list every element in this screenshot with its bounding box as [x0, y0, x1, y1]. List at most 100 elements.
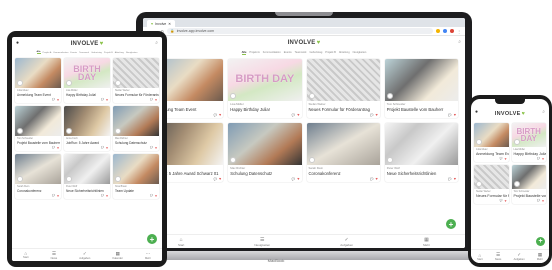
menu-dots-icon[interactable]: ⋮: [457, 29, 461, 34]
like-heart-icon[interactable]: ♥: [375, 177, 377, 181]
tab-3[interactable]: ✓ Aufgaben: [514, 252, 525, 261]
extension-icon[interactable]: [443, 29, 447, 33]
post-card[interactable]: Julia MeierAnmeldung Team Event💬♥: [474, 123, 509, 162]
like-heart-icon[interactable]: ♥: [542, 199, 544, 203]
tab-4[interactable]: ▦ Mehr: [537, 252, 543, 261]
like-heart-icon[interactable]: ♥: [504, 199, 506, 203]
like-heart-icon[interactable]: ♥: [155, 146, 157, 150]
like-heart-icon[interactable]: ♥: [57, 98, 59, 102]
like-heart-icon[interactable]: ♥: [57, 146, 59, 150]
post-card[interactable]: Max Richter Schulung Datenschutz 💬 ♥: [113, 106, 159, 151]
comment-icon[interactable]: 💬: [150, 194, 153, 198]
add-post-button[interactable]: +: [446, 219, 456, 229]
post-card[interactable]: Max Richter Schulung Datenschutz 💬 ♥: [228, 123, 302, 182]
post-image[interactable]: BIRTH DAY: [64, 58, 110, 88]
like-heart-icon[interactable]: ♥: [57, 194, 59, 198]
filter-chip[interactable]: Neuigkeiten: [353, 51, 367, 54]
post-card[interactable]: Stefan WeberNeues Formular für Förderant…: [113, 58, 159, 103]
filter-chip[interactable]: Teamwork: [295, 51, 307, 54]
filter-chip[interactable]: Projekt B: [325, 51, 336, 54]
comment-icon[interactable]: 💬: [292, 177, 295, 181]
comment-icon[interactable]: 💬: [500, 199, 503, 203]
post-image[interactable]: BIRTH DAY: [228, 59, 302, 101]
post-card[interactable]: BIRTH DAY Lisa Müller Happy Birthday Julia…: [228, 59, 302, 118]
post-image[interactable]: [384, 123, 458, 165]
comment-icon[interactable]: 💬: [537, 199, 540, 203]
comment-icon[interactable]: 💬: [292, 113, 295, 117]
post-card[interactable]: BIRTH DAY Lisa Müller Happy Birthday Julia…: [511, 123, 546, 162]
filter-chip[interactable]: Geburtstag: [91, 52, 102, 54]
comment-icon[interactable]: 💬: [448, 113, 451, 117]
post-card[interactable]: Stefan WeberNeues Formular für Förderant…: [306, 59, 380, 118]
comment-icon[interactable]: 💬: [101, 194, 104, 198]
like-heart-icon[interactable]: ♥: [219, 113, 221, 117]
user-avatar-icon[interactable]: ●: [475, 109, 478, 115]
add-post-button[interactable]: +: [147, 234, 157, 244]
tab-4[interactable]: ▦ Kalender: [112, 251, 122, 260]
filter-chip[interactable]: Geburtstag: [309, 51, 322, 54]
comment-icon[interactable]: 💬: [537, 157, 540, 161]
post-card[interactable]: BIRTH DAY Lisa Müller Happy Birthday Julia…: [64, 58, 110, 103]
post-image[interactable]: [384, 59, 458, 101]
tab-1[interactable]: ⌂ Start: [178, 237, 184, 247]
tab-5[interactable]: ⋯ Mehr: [145, 251, 151, 260]
filter-chip[interactable]: Events: [284, 51, 292, 54]
tab-4[interactable]: ▦ Mehr: [423, 237, 430, 247]
like-heart-icon[interactable]: ♥: [504, 157, 506, 161]
post-image[interactable]: [228, 123, 302, 165]
user-avatar-icon[interactable]: ●: [16, 40, 19, 46]
post-card[interactable]: Peter Wolf Neue Sicherheitsrichtlinien 💬 ♥: [384, 123, 458, 182]
tab-2[interactable]: ☰ News: [495, 252, 502, 261]
tab-2[interactable]: ☰ Neuigkeiten: [254, 237, 270, 247]
filter-chip[interactable]: Events: [70, 52, 77, 54]
post-card[interactable]: Tom SchneiderProjekt Baustelle vom Bauhe…: [511, 165, 546, 204]
like-heart-icon[interactable]: ♥: [106, 98, 108, 102]
browser-tab[interactable]: ♥ Involve ✕: [147, 20, 176, 27]
comment-icon[interactable]: 💬: [214, 113, 217, 117]
filter-chip[interactable]: Abteilung: [339, 51, 350, 54]
like-heart-icon[interactable]: ♥: [375, 113, 377, 117]
post-image[interactable]: [15, 58, 61, 88]
filter-chip[interactable]: Neuigkeiten: [126, 52, 138, 54]
filter-chip[interactable]: Projekt A: [249, 51, 259, 54]
like-heart-icon[interactable]: ♥: [106, 194, 108, 198]
post-card[interactable]: Tom SchneiderProjekt Baustelle vom Bauhe…: [15, 106, 61, 151]
comment-icon[interactable]: 💬: [101, 146, 104, 150]
search-icon[interactable]: ⌕: [458, 39, 461, 45]
add-post-button[interactable]: +: [536, 237, 545, 246]
post-image[interactable]: [306, 123, 380, 165]
comment-icon[interactable]: 💬: [150, 146, 153, 150]
like-heart-icon[interactable]: ♥: [297, 177, 299, 181]
extension-icon[interactable]: [436, 29, 440, 33]
like-heart-icon[interactable]: ♥: [219, 177, 221, 181]
post-card[interactable]: Sarah Klein Coronakonferenz 💬 ♥: [15, 154, 61, 199]
post-card[interactable]: Anna Koch JobRun: 5 Jahre Award 💬 ♥: [64, 106, 110, 151]
tab-1[interactable]: ⌂ Start: [23, 251, 28, 259]
post-image[interactable]: [306, 59, 380, 101]
tab-2[interactable]: ☰ News: [51, 251, 58, 260]
post-card[interactable]: Sarah Klein Coronakonferenz 💬 ♥: [306, 123, 380, 182]
close-tab-icon[interactable]: ✕: [168, 22, 171, 26]
comment-icon[interactable]: 💬: [52, 146, 55, 150]
comment-icon[interactable]: 💬: [500, 157, 503, 161]
comment-icon[interactable]: 💬: [52, 98, 55, 102]
tab-3[interactable]: ✓ Aufgaben: [79, 251, 90, 260]
search-icon[interactable]: ⌕: [542, 109, 545, 115]
post-card[interactable]: Nina Braun Team Update 💬 ♥: [113, 154, 159, 199]
comment-icon[interactable]: 💬: [150, 98, 153, 102]
post-card[interactable]: Tom SchneiderProjekt Baustelle vom Bauhe…: [384, 59, 458, 118]
like-heart-icon[interactable]: ♥: [542, 157, 544, 161]
post-image[interactable]: [113, 154, 159, 184]
tab-1[interactable]: ⌂ Start: [477, 253, 482, 261]
filter-chip[interactable]: Projekt A: [43, 52, 52, 54]
comment-icon[interactable]: 💬: [214, 177, 217, 181]
filter-chip[interactable]: Alle: [36, 51, 41, 54]
post-image[interactable]: [474, 165, 509, 189]
post-card[interactable]: Stefan WeberNeues Formular für Förderant…: [474, 165, 509, 204]
filter-chip[interactable]: Kommunikation: [263, 51, 281, 54]
post-image[interactable]: [64, 106, 110, 136]
post-image[interactable]: [511, 165, 546, 189]
like-heart-icon[interactable]: ♥: [106, 146, 108, 150]
like-heart-icon[interactable]: ♥: [454, 177, 456, 181]
comment-icon[interactable]: 💬: [101, 98, 104, 102]
